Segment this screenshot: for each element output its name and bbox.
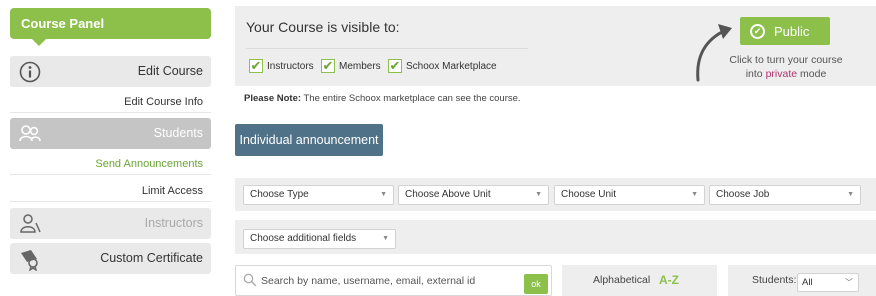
alphabetical-sort[interactable]: Alphabetical A-Z — [562, 265, 717, 296]
search-placeholder: Search by name, username, email, externa… — [261, 275, 476, 287]
sidebar-subitem-send-announcements[interactable]: Send Announcements — [10, 153, 211, 175]
option-label: Members — [339, 60, 381, 72]
select-value: Choose Type — [250, 189, 309, 200]
info-icon — [19, 61, 41, 83]
visibility-panel: Your Course is visible to: ✔ Instructors… — [235, 6, 876, 86]
note-bold: Please Note: — [244, 93, 302, 104]
sidebar-item-label: Edit Course — [137, 64, 203, 78]
choose-unit-select[interactable]: Choose Unit ▼ — [554, 185, 705, 205]
visibility-option-marketplace[interactable]: ✔ Schoox Marketplace — [388, 58, 497, 74]
select-value: Choose Job — [716, 189, 770, 200]
check-circle-icon: ✔ — [750, 23, 765, 39]
students-filter-select[interactable]: All ﹀ — [797, 273, 859, 292]
sidebar-subitem-limit-access[interactable]: Limit Access — [10, 180, 211, 202]
sidebar-subitem-edit-course-info[interactable]: Edit Course Info — [10, 91, 211, 113]
checkbox-members[interactable]: ✔ — [321, 59, 335, 73]
sidebar-item-students[interactable]: Students — [10, 118, 211, 149]
visibility-option-instructors[interactable]: ✔ Instructors — [249, 58, 314, 74]
certificate-icon — [21, 250, 38, 271]
caret-down-icon: ▼ — [382, 235, 389, 242]
caret-down-icon: ▼ — [535, 191, 542, 198]
students-filter: Students: All ﹀ — [728, 265, 876, 296]
filter-bar: Choose Type ▼ Choose Above Unit ▼ Choose… — [235, 178, 876, 211]
toggle-hint: Click to turn your course into private m… — [711, 53, 861, 81]
choose-above-unit-select[interactable]: Choose Above Unit ▼ — [398, 185, 549, 205]
public-label: Public — [774, 23, 810, 39]
chevron-down-icon: ﹀ — [845, 278, 853, 287]
search-icon — [243, 273, 257, 287]
sidebar-item-label: Students — [153, 126, 203, 140]
public-toggle-button[interactable]: ✔ Public — [740, 17, 830, 45]
hint-into: into — [745, 68, 763, 80]
hint-line-2: into private mode — [711, 67, 861, 81]
select-value: Choose additional fields — [250, 233, 357, 244]
hint-private: private — [765, 68, 798, 80]
checkbox-marketplace[interactable]: ✔ — [388, 59, 402, 73]
hint-line-1: Click to turn your course — [729, 54, 843, 66]
individual-announcement-button[interactable]: Individual announcement — [235, 124, 383, 156]
course-panel-title: Course Panel — [21, 16, 105, 31]
caret-down-icon: ▼ — [847, 191, 854, 198]
visibility-option-members[interactable]: ✔ Members — [321, 58, 381, 74]
choose-type-select[interactable]: Choose Type ▼ — [243, 185, 394, 205]
note-text: The entire Schoox marketplace can see th… — [301, 93, 521, 104]
sort-label: Alphabetical — [593, 274, 651, 286]
choose-job-select[interactable]: Choose Job ▼ — [709, 185, 861, 205]
select-value: Choose Above Unit — [405, 189, 491, 200]
option-label: Schoox Marketplace — [406, 60, 497, 72]
choose-additional-fields-select[interactable]: Choose additional fields ▼ — [243, 229, 396, 249]
students-icon — [19, 125, 41, 142]
sidebar-item-custom-certificate[interactable]: Custom Certificate — [10, 243, 211, 274]
visibility-title: Your Course is visible to: — [246, 19, 400, 35]
instructor-icon — [20, 214, 41, 233]
header-notch — [32, 39, 46, 46]
sidebar-item-edit-course[interactable]: Edit Course — [10, 56, 211, 87]
divider — [246, 48, 528, 49]
select-value: Choose Unit — [561, 189, 617, 200]
additional-filter-bar: Choose additional fields ▼ — [235, 220, 876, 254]
sidebar-item-label: Custom Certificate — [100, 251, 203, 265]
visibility-note: Please Note: The entire Schoox marketpla… — [244, 93, 521, 104]
search-input[interactable]: Search by name, username, email, externa… — [235, 265, 552, 296]
checkbox-instructors[interactable]: ✔ — [249, 59, 263, 73]
option-label: Instructors — [267, 60, 314, 72]
course-panel-header: Course Panel — [10, 8, 211, 46]
select-value: All — [802, 277, 813, 288]
course-panel-sidebar: Course Panel Edit Course Edit Course Inf… — [0, 0, 220, 296]
search-strip: Search by name, username, email, externa… — [235, 262, 876, 296]
sort-az-toggle[interactable]: A-Z — [659, 265, 679, 296]
caret-down-icon: ▼ — [691, 191, 698, 198]
search-ok-button[interactable]: ok — [524, 274, 548, 294]
hint-mode: mode — [800, 68, 827, 80]
sidebar-item-label: Instructors — [144, 216, 203, 230]
students-filter-label: Students: — [752, 274, 797, 286]
caret-down-icon: ▼ — [380, 191, 387, 198]
sidebar-item-instructors[interactable]: Instructors — [10, 208, 211, 239]
